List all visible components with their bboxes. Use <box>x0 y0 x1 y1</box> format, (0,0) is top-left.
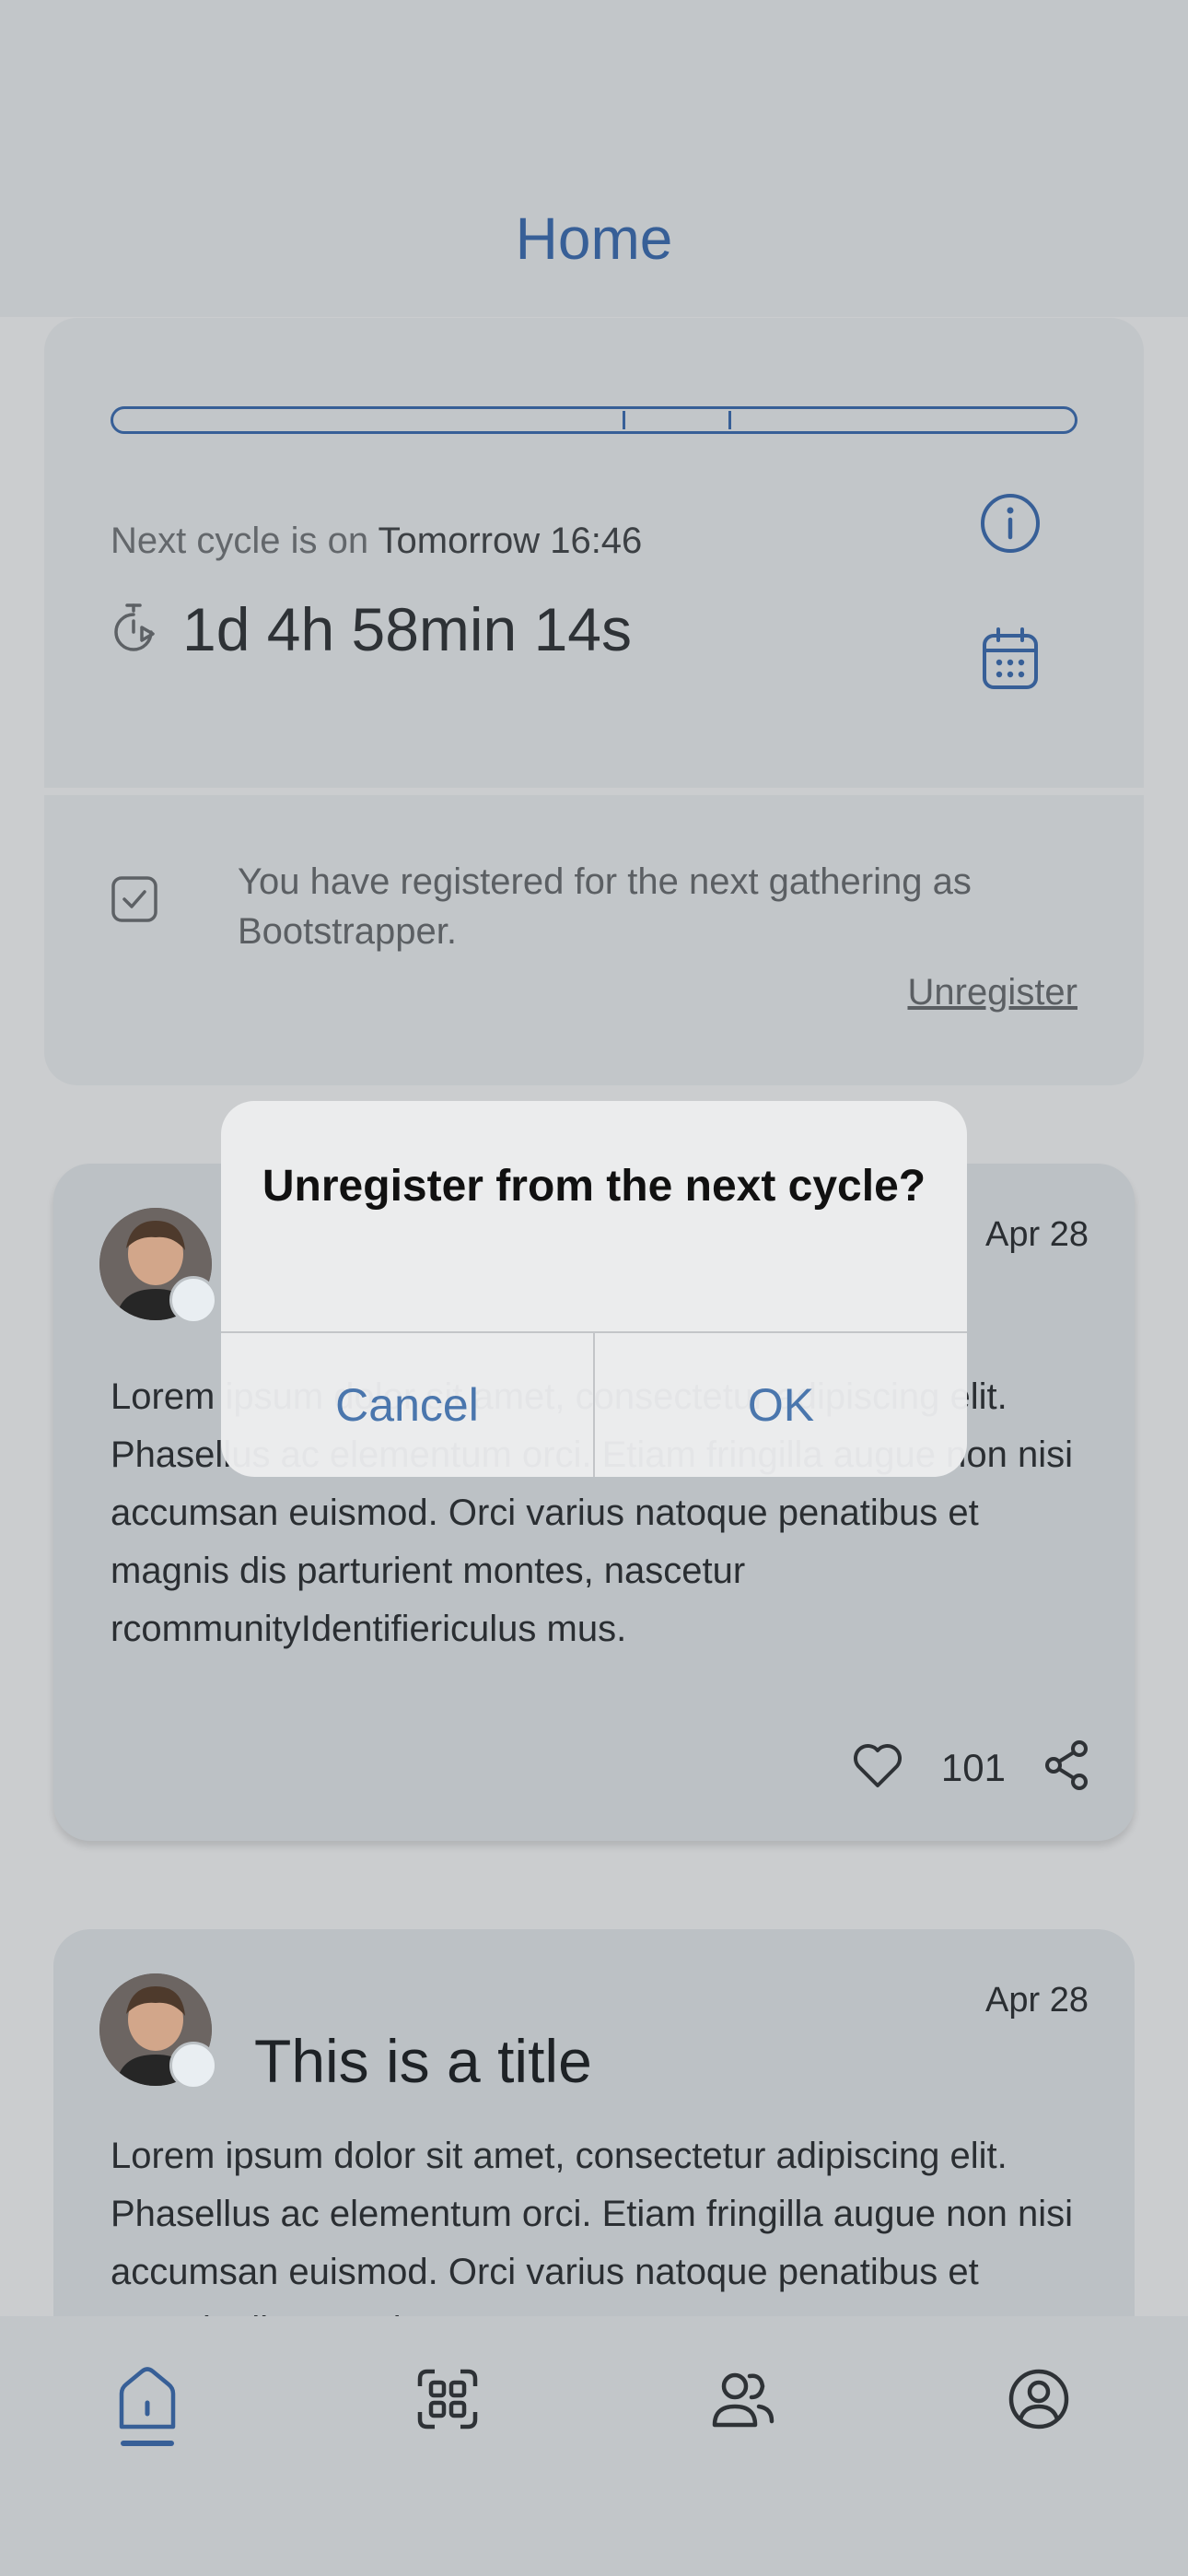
cycle-progress-bar <box>111 406 1077 434</box>
nav-home[interactable] <box>109 2360 192 2453</box>
progress-marker <box>728 411 731 429</box>
community-icon <box>704 2372 781 2441</box>
dialog-title: Unregister from the next cycle? <box>262 1162 926 1211</box>
timer-icon <box>111 602 157 658</box>
home-icon <box>109 2367 186 2441</box>
bottom-navigation <box>0 2316 1188 2576</box>
card-divider <box>44 788 1144 795</box>
next-cycle-date: Tomorrow 16:46 <box>378 521 643 561</box>
countdown-row: 1d 4h 58min 14s <box>111 594 632 664</box>
nav-community[interactable] <box>704 2360 786 2453</box>
next-cycle-prefix: Next cycle is on <box>111 521 369 561</box>
active-tab-indicator <box>121 2441 174 2446</box>
avatar[interactable] <box>99 1208 217 1324</box>
profile-icon <box>1000 2369 1077 2441</box>
nav-profile[interactable] <box>1000 2360 1083 2453</box>
cycle-card: Next cycle is on Tomorrow 16:46 1d 4h 58… <box>44 318 1144 1085</box>
post-actions: 101 <box>851 1739 1090 1796</box>
registration-status-text: You have registered for the next gatheri… <box>238 861 972 952</box>
ok-button[interactable]: OK <box>595 1333 967 1477</box>
share-icon[interactable] <box>1042 1739 1090 1796</box>
nav-scan[interactable] <box>409 2360 492 2453</box>
scan-icon <box>409 2369 486 2441</box>
info-icon[interactable] <box>980 493 1041 558</box>
top-app-bar: Home <box>0 0 1188 317</box>
post-date: Apr 28 <box>985 1215 1089 1254</box>
countdown-value: 1d 4h 58min 14s <box>182 595 633 663</box>
checkbox-checked-icon <box>111 875 158 928</box>
unregister-confirm-dialog: Unregister from the next cycle? Cancel O… <box>221 1101 967 1477</box>
calendar-icon[interactable] <box>982 626 1039 696</box>
cancel-button[interactable]: Cancel <box>221 1333 593 1477</box>
page-title: Home <box>515 205 673 272</box>
heart-icon[interactable] <box>851 1741 904 1794</box>
community-badge-icon <box>169 1276 217 1324</box>
home-screen: Home Next cycle is on Tomorrow 16:46 1d … <box>0 0 1188 2576</box>
progress-marker <box>623 411 625 429</box>
avatar[interactable] <box>99 1973 217 2090</box>
post-title: This is a title <box>254 2027 592 2095</box>
like-count: 101 <box>940 1745 1006 1789</box>
unregister-link[interactable]: Unregister <box>907 972 1077 1013</box>
next-cycle-text: Next cycle is on Tomorrow 16:46 <box>111 521 642 562</box>
community-badge-icon <box>169 2042 217 2090</box>
post-date: Apr 28 <box>985 1981 1089 2020</box>
